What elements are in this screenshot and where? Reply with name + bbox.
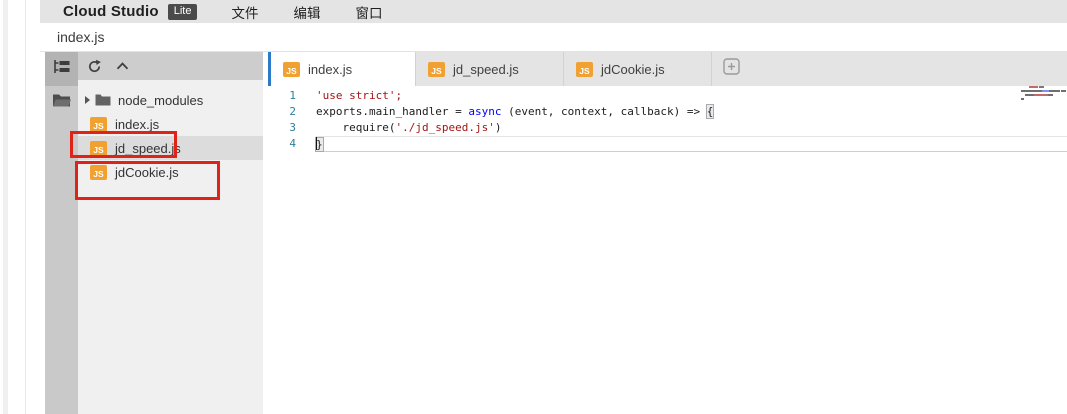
tab-label: jd_speed.js	[453, 62, 519, 77]
page-left-divider	[25, 0, 26, 414]
code-line-3: 3 require('./jd_speed.js')	[268, 120, 1067, 136]
editor-group: JS index.js JS jd_speed.js JS jdCookie.js 1 'u…	[268, 52, 1067, 414]
file-name: jd_speed.js	[115, 141, 181, 156]
file-name: index.js	[115, 117, 159, 132]
file-name: node_modules	[118, 93, 203, 108]
menu-items: 文件 编辑 窗口	[231, 2, 382, 22]
main-area: node_modules JS index.js JS jd_speed.js JS jdC…	[40, 52, 1067, 414]
folder-icon	[95, 94, 111, 106]
js-file-icon: JS	[90, 141, 107, 156]
tab-label: index.js	[308, 62, 352, 77]
line-number: 4	[268, 136, 296, 152]
text-cursor	[316, 137, 317, 150]
plus-icon	[723, 58, 740, 80]
code-text: }	[316, 136, 1067, 152]
tree-item-node_modules[interactable]: node_modules	[78, 88, 263, 112]
js-file-icon: JS	[90, 165, 107, 180]
app-brand: Cloud Studio	[63, 3, 159, 20]
code-text: require('./jd_speed.js')	[316, 120, 1067, 136]
code-line-4: 4}	[268, 136, 1067, 152]
tab-label: jdCookie.js	[601, 62, 665, 77]
cloud-studio-app: Cloud Studio Lite 文件 编辑 窗口 index.js	[40, 0, 1067, 414]
sidebar: node_modules JS index.js JS jd_speed.js JS jdC…	[78, 52, 263, 414]
breadcrumb: index.js	[40, 23, 1067, 52]
menu-item-2[interactable]: 窗口	[355, 2, 382, 22]
page: Cloud Studio Lite 文件 编辑 窗口 index.js	[0, 0, 1067, 414]
tab-index.js[interactable]: JS index.js	[268, 52, 416, 86]
breadcrumb-file-name: index.js	[57, 29, 104, 45]
js-file-icon: JS	[428, 62, 445, 77]
code-editor[interactable]: 1 'use strict'; 2 exports.main_handler = as…	[268, 86, 1067, 414]
line-number: 3	[268, 120, 296, 136]
line-number: 1	[268, 88, 296, 104]
tab-bar: JS index.js JS jd_speed.js JS jdCookie.js	[268, 52, 1067, 86]
js-file-icon: JS	[90, 117, 107, 132]
tab-jdCookie.js[interactable]: JS jdCookie.js	[564, 52, 712, 86]
js-file-icon: JS	[283, 62, 300, 77]
lite-badge: Lite	[168, 4, 198, 20]
page-left-strip	[3, 0, 8, 414]
file-tree: node_modules JS index.js JS jd_speed.js JS jdC…	[78, 80, 263, 184]
new-tab-button[interactable]	[712, 52, 750, 86]
code-line-2: 2 exports.main_handler = async (event, co…	[268, 104, 1067, 120]
menu-item-0[interactable]: 文件	[231, 2, 258, 22]
code-area: 1 'use strict'; 2 exports.main_handler = as…	[268, 86, 1067, 152]
folder-icon	[52, 93, 71, 112]
tree-item-jd_speed.js[interactable]: JS jd_speed.js	[78, 136, 263, 160]
sidebar-toolbar	[78, 52, 263, 80]
chevron-right-icon	[85, 96, 90, 104]
minimap[interactable]	[1019, 86, 1067, 108]
activity-item-files[interactable]	[45, 86, 78, 118]
js-file-icon: JS	[576, 62, 593, 77]
code-line-1: 1 'use strict';	[268, 88, 1067, 104]
activity-bar	[45, 52, 78, 414]
menu-bar: Cloud Studio Lite 文件 编辑 窗口	[40, 0, 1067, 23]
tree-item-jdCookie.js[interactable]: JS jdCookie.js	[78, 160, 263, 184]
file-name: jdCookie.js	[115, 165, 179, 180]
refresh-icon[interactable]	[87, 59, 102, 74]
menu-item-1[interactable]: 编辑	[293, 2, 320, 22]
line-number: 2	[268, 104, 296, 120]
code-text: 'use strict';	[316, 88, 1067, 104]
collapse-up-icon[interactable]	[116, 62, 129, 70]
tree-outline-icon	[53, 59, 71, 80]
activity-item-explorer[interactable]	[45, 52, 78, 86]
tree-item-index.js[interactable]: JS index.js	[78, 112, 263, 136]
tab-jd_speed.js[interactable]: JS jd_speed.js	[416, 52, 564, 86]
code-text: exports.main_handler = async (event, con…	[316, 104, 1067, 120]
